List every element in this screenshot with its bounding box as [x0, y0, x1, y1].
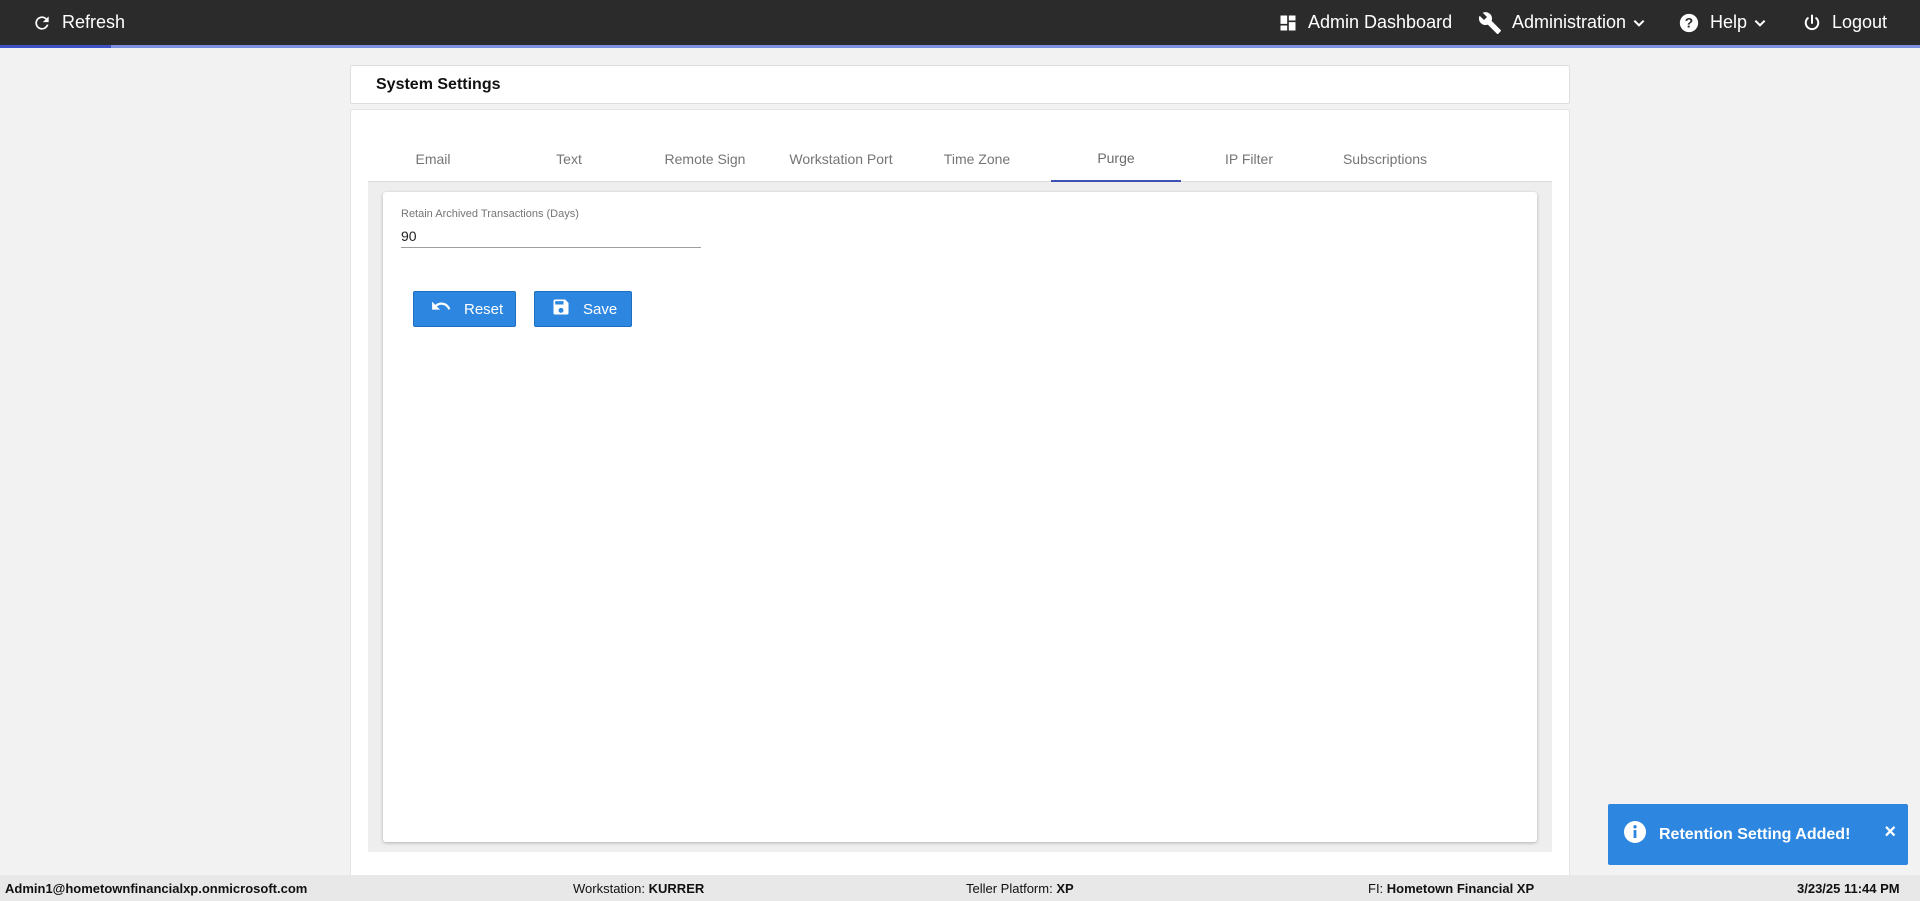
- chevron-down-icon: [1632, 16, 1646, 30]
- administration-label: Administration: [1512, 12, 1627, 32]
- power-icon: [1802, 13, 1822, 33]
- status-fi: FI: Hometown Financial XP: [1368, 881, 1534, 896]
- dashboard-icon: [1278, 13, 1298, 33]
- logout-label: Logout: [1832, 12, 1888, 32]
- settings-tabs: Email Text Remote Sign Workstation Port …: [368, 136, 1552, 182]
- status-datetime: 3/23/25 11:44 PM: [1797, 881, 1900, 896]
- admin-dashboard-label: Admin Dashboard: [1308, 12, 1453, 32]
- fi-value: Hometown Financial XP: [1386, 881, 1535, 896]
- status-bar: Admin1@hometownfinancialxp.onmicrosoft.c…: [0, 875, 1920, 901]
- administration-menu[interactable]: Administration: [1478, 0, 1646, 45]
- status-teller-platform: Teller Platform: XP: [966, 881, 1074, 896]
- tab-email[interactable]: Email: [368, 136, 498, 181]
- workstation-value: KURRER: [648, 881, 705, 896]
- save-button[interactable]: Save: [534, 291, 632, 327]
- reset-label: Reset: [464, 300, 504, 318]
- top-navigation-bar: Refresh Admin Dashboard Administration ?…: [0, 0, 1920, 45]
- success-toast: Retention Setting Added! ×: [1608, 804, 1908, 865]
- tab-text[interactable]: Text: [504, 136, 634, 181]
- status-user: Admin1@hometownfinancialxp.onmicrosoft.c…: [5, 881, 308, 896]
- tab-purge[interactable]: Purge: [1051, 136, 1181, 182]
- page-title: System Settings: [376, 76, 501, 93]
- tab-time-zone[interactable]: Time Zone: [912, 136, 1042, 181]
- toast-message: Retention Setting Added!: [1659, 825, 1851, 843]
- svg-text:?: ?: [1685, 15, 1693, 30]
- loading-bar: [0, 45, 1920, 48]
- refresh-button[interactable]: Refresh: [32, 0, 125, 45]
- save-label: Save: [583, 300, 618, 318]
- retain-days-input[interactable]: [401, 224, 701, 248]
- toast-close-button[interactable]: ×: [1884, 822, 1896, 842]
- floppy-disk-icon: [551, 297, 571, 321]
- help-label: Help: [1710, 12, 1748, 32]
- purge-settings-card: [383, 192, 1537, 842]
- logout-button[interactable]: Logout: [1802, 0, 1887, 45]
- wrench-icon: [1478, 11, 1502, 35]
- admin-dashboard-link[interactable]: Admin Dashboard: [1278, 0, 1452, 45]
- teller-platform-label: Teller Platform:: [966, 881, 1053, 896]
- retain-days-label: Retain Archived Transactions (Days): [401, 208, 579, 220]
- teller-platform-value: XP: [1056, 881, 1074, 896]
- help-icon: ?: [1678, 12, 1700, 34]
- workstation-label: Workstation:: [573, 881, 646, 896]
- tab-ip-filter[interactable]: IP Filter: [1184, 136, 1314, 181]
- info-icon: [1623, 820, 1647, 849]
- refresh-label: Refresh: [62, 12, 126, 32]
- help-menu[interactable]: ? Help: [1678, 0, 1767, 45]
- tab-remote-sign[interactable]: Remote Sign: [640, 136, 770, 181]
- loading-bar-progress: [0, 45, 111, 48]
- chevron-down-icon: [1753, 16, 1767, 30]
- tab-subscriptions[interactable]: Subscriptions: [1320, 136, 1450, 181]
- fi-label: FI:: [1368, 881, 1384, 896]
- undo-icon: [430, 299, 452, 319]
- tab-workstation-port[interactable]: Workstation Port: [776, 136, 906, 181]
- status-workstation: Workstation: KURRER: [573, 881, 704, 896]
- reset-button[interactable]: Reset: [413, 291, 516, 327]
- page-header: System Settings: [350, 65, 1570, 104]
- refresh-icon: [32, 13, 52, 33]
